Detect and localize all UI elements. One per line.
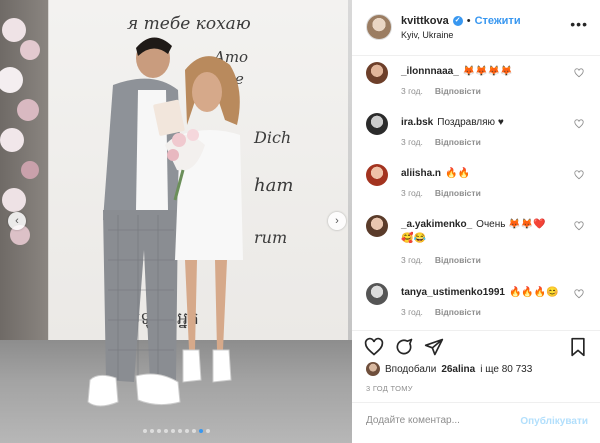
post-author: kvittkova ✓ • Стежити <box>401 15 521 27</box>
comment-body: Очень 🦊🦊❤️ <box>476 219 546 230</box>
carousel-dot <box>198 429 203 433</box>
comment-username[interactable]: ira.bsk <box>401 117 433 128</box>
backdrop-text-line: ham <box>254 175 294 196</box>
post-timestamp[interactable]: 3 ГОД ТОМУ <box>366 384 413 393</box>
comment-time: 3 год. <box>401 137 423 147</box>
avatar[interactable] <box>366 14 392 40</box>
carousel-dot <box>177 429 182 433</box>
comment-meta: 3 год. Відповісти <box>401 255 481 265</box>
reply-button[interactable]: Відповісти <box>435 86 481 96</box>
comment-text: _ilonnnaaa_ 🦊🦊🦊🦊 <box>401 66 561 77</box>
more-icon[interactable]: ••• <box>570 16 588 32</box>
reply-button[interactable]: Відповісти <box>435 188 481 198</box>
comment-time: 3 год. <box>401 307 423 317</box>
post-side-panel: kvittkova ✓ • Стежити Kyiv, Ukraine ••• … <box>352 0 600 443</box>
heart-icon[interactable] <box>364 337 384 357</box>
carousel-dot <box>142 429 147 433</box>
comment-body: 🦊🦊🦊🦊 <box>462 66 513 77</box>
comment-meta: 3 год. Відповісти <box>401 137 481 147</box>
avatar[interactable] <box>366 113 388 135</box>
reply-button[interactable]: Відповісти <box>435 255 481 265</box>
verified-icon: ✓ <box>452 16 463 26</box>
add-comment-bar: Опублікувати <box>352 402 600 443</box>
comment-meta: 3 год. Відповісти <box>401 86 481 96</box>
likes-prefix: Вподобали <box>385 363 437 375</box>
backdrop-text-line: Dich <box>254 128 292 147</box>
avatar[interactable] <box>366 362 380 376</box>
avatar[interactable] <box>366 283 388 305</box>
comment-input[interactable] <box>366 415 526 426</box>
likes-user-link[interactable]: 26alina <box>441 364 475 375</box>
comment-icon[interactable] <box>394 337 414 357</box>
list-item: ira.bsk Поздравляю ♥ 3 год. Відповісти <box>352 107 600 158</box>
follow-button[interactable]: Стежити <box>475 15 521 27</box>
comment-body: 🔥🔥 <box>445 168 470 179</box>
chevron-right-icon[interactable]: › <box>328 212 346 230</box>
reply-button[interactable]: Відповісти <box>435 137 481 147</box>
chevron-left-icon[interactable]: ‹ <box>8 212 26 230</box>
carousel-dots <box>0 429 352 433</box>
heart-icon[interactable] <box>574 170 584 180</box>
comment-time: 3 год. <box>401 255 423 265</box>
heart-icon[interactable] <box>574 221 584 231</box>
instagram-post-modal: я тебе кохаю Amo te Dich ham rum ស្រឡាញ់… <box>0 0 600 443</box>
likes-summary: Вподобали 26alina і ще 80 733 <box>366 362 532 376</box>
share-icon[interactable] <box>424 337 444 357</box>
comment-body: Поздравляю ♥ <box>437 117 504 128</box>
comment-text: ira.bsk Поздравляю ♥ <box>401 117 561 128</box>
comment-username[interactable]: tanya_ustimenko1991 <box>401 287 505 298</box>
list-item: aliisha.n 🔥🔥 3 год. Відповісти <box>352 158 600 209</box>
post-photo[interactable]: я тебе кохаю Amo te Dich ham rum ស្រឡាញ់… <box>0 0 352 443</box>
avatar[interactable] <box>366 164 388 186</box>
carousel-dot <box>205 429 210 433</box>
avatar[interactable] <box>366 62 388 84</box>
comment-time: 3 год. <box>401 188 423 198</box>
carousel-dot <box>163 429 168 433</box>
comment-username[interactable]: aliisha.n <box>401 168 441 179</box>
carousel-dot <box>184 429 189 433</box>
comment-meta: 3 год. Відповісти <box>401 307 481 317</box>
comment-body-line2: 🥰😂 <box>401 233 426 244</box>
comment-body: 🔥🔥🔥😊 <box>508 287 559 298</box>
comment-meta: 3 год. Відповісти <box>401 188 481 198</box>
separator-dot: • <box>466 15 471 27</box>
carousel-dot <box>170 429 175 433</box>
comment-username[interactable]: _a.yakimenko_ <box>401 219 472 230</box>
list-item: tanya_ustimenko1991 🔥🔥🔥😊 3 год. Відповісти <box>352 277 600 328</box>
comment-text: _a.yakimenko_ Очень 🦊🦊❤️ <box>401 219 561 230</box>
list-item: _a.yakimenko_ Очень 🦊🦊❤️ 🥰😂 3 год. Відпові… <box>352 209 600 277</box>
username-link[interactable]: kvittkova <box>401 15 449 27</box>
heart-icon[interactable] <box>574 119 584 129</box>
comment-text: tanya_ustimenko1991 🔥🔥🔥😊 <box>401 287 561 298</box>
carousel-dot <box>156 429 161 433</box>
comment-text: aliisha.n 🔥🔥 <box>401 168 561 179</box>
comment-username[interactable]: _ilonnnaaa_ <box>401 66 459 77</box>
bookmark-icon[interactable] <box>568 337 588 357</box>
heart-icon[interactable] <box>574 68 584 78</box>
post-header: kvittkova ✓ • Стежити Kyiv, Ukraine ••• <box>352 0 600 56</box>
carousel-dot <box>149 429 154 433</box>
list-item: _ilonnnaaa_ 🦊🦊🦊🦊 3 год. Відповісти <box>352 56 600 107</box>
comment-time: 3 год. <box>401 86 423 96</box>
reply-button[interactable]: Відповісти <box>435 307 481 317</box>
comment-list: _ilonnnaaa_ 🦊🦊🦊🦊 3 год. Відповісти ira.bsk… <box>352 56 600 328</box>
heart-icon[interactable] <box>574 289 584 299</box>
avatar[interactable] <box>366 215 388 237</box>
post-comment-button[interactable]: Опублікувати <box>520 416 588 427</box>
backdrop-text-line: rum <box>254 228 288 247</box>
post-actions <box>352 330 600 360</box>
carousel-dot <box>191 429 196 433</box>
likes-count-link[interactable]: і ще 80 733 <box>480 364 532 375</box>
location-link[interactable]: Kyiv, Ukraine <box>401 30 453 40</box>
woman-figure <box>165 56 243 383</box>
